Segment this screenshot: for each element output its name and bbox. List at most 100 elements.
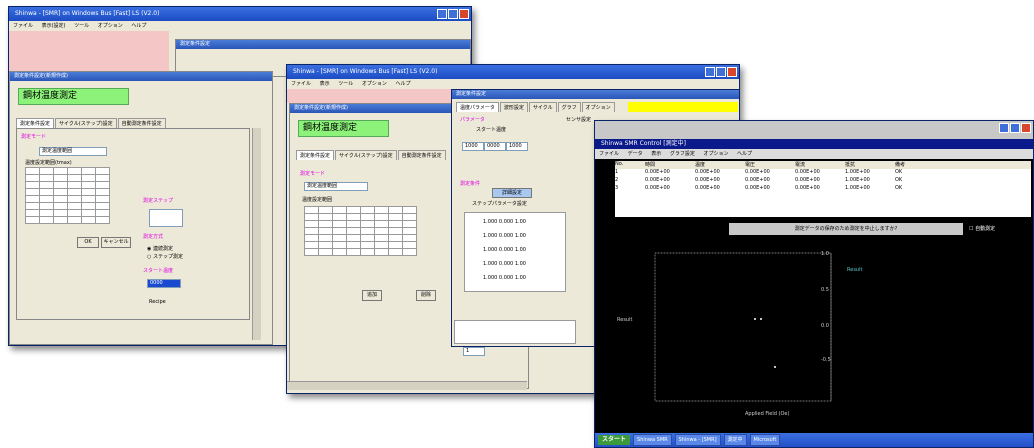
sensor-label: センサ設定 [566, 117, 592, 123]
taskbar-item[interactable]: Microsoft [749, 434, 781, 446]
y-tick-label: 0.5 [821, 287, 829, 293]
table-row: 1 0.00E+00 0.00E+00 0.00E+00 0.00E+00 1.00E+0… [615, 169, 903, 175]
dialog-title: 測定条件設定 [176, 40, 470, 49]
title-bar[interactable]: Shinwa SMR Control [測定中] [595, 139, 1033, 149]
menu-item-graph[interactable]: グラフ設定 [670, 151, 695, 157]
inner-tab-wave[interactable]: 波形設定 [499, 102, 528, 112]
step-list[interactable]: 1.000 0.000 1.00 1.000 0.000 1.00 1.000 … [464, 212, 566, 292]
maximize-icon[interactable] [448, 9, 458, 19]
title-bar[interactable]: Shinwa - [SMR] on Windows Bus [Fast] LS … [9, 7, 471, 21]
x-axis-label: Applied Field (Oe) [745, 411, 790, 417]
menu-item-tools[interactable]: ツール [338, 81, 353, 87]
menu-item-options[interactable]: オプション [703, 151, 728, 157]
radio-step-label: ステップ測定 [152, 254, 183, 260]
menu-item-file[interactable]: ファイル [13, 23, 33, 29]
y-axis-label: Result [617, 317, 633, 323]
window-front[interactable]: Shinwa SMR Control [測定中] ファイル データ 表示 グラフ… [594, 120, 1034, 448]
inner-tab-temp[interactable]: 温度パラメータ [456, 102, 499, 112]
horizontal-scrollbar[interactable] [287, 381, 527, 390]
delete-button[interactable]: 削除 [416, 290, 436, 301]
table-row: 3 0.00E+00 0.00E+00 0.00E+00 0.00E+00 1.00E+0… [615, 185, 903, 191]
maximize-icon[interactable] [716, 67, 726, 77]
taskbar: スタート Shinwa SMR Shinwa - [SMR] 測定中 Micro… [595, 433, 1033, 447]
pink-area [287, 89, 457, 103]
list-header: ステップパラメータ設定 [472, 201, 527, 207]
tab-auto[interactable]: 自動測定条件設定 [117, 118, 166, 128]
menu-item-file[interactable]: ファイル [291, 81, 311, 87]
tab-condition[interactable]: 測定条件設定 [296, 150, 335, 160]
list-row: 1.000 0.000 1.00 [483, 261, 526, 267]
col-header: 備考 [895, 162, 906, 168]
step-label: 測定ステップ [143, 198, 174, 204]
minimize-icon[interactable] [999, 123, 1009, 133]
pink-area [9, 31, 169, 71]
radio-continuous[interactable]: ◉ 連続測定 [147, 245, 173, 252]
inner-tab-option[interactable]: オプション [581, 102, 615, 112]
data-table[interactable]: No. 時間 温度 電圧 電流 抵抗 備考 1 0.00E+00 0.00E+00 0… [615, 161, 1031, 217]
close-icon[interactable] [1021, 123, 1031, 133]
step-field[interactable] [149, 209, 183, 227]
menu-bar: ファイル 表示 ツール オプション ヘルプ [287, 79, 739, 89]
mode-label: 測定モード [21, 134, 47, 140]
inner-tab-graph[interactable]: グラフ [557, 102, 581, 112]
tab-auto[interactable]: 自動測定条件設定 [397, 150, 446, 160]
ok-button[interactable]: OK [77, 237, 99, 248]
taskbar-item[interactable]: 測定中 [723, 434, 747, 446]
menu-item-tools[interactable]: ツール [74, 23, 89, 29]
table-label: 温度設定範囲 [302, 197, 333, 203]
tab-cycle[interactable]: サイクル(ステップ)設定 [335, 150, 397, 160]
menu-item-help[interactable]: ヘルプ [395, 81, 410, 87]
start-temp-label: スタート温度 [476, 127, 507, 133]
menu-item-view[interactable]: 表示(設定) [42, 23, 66, 29]
tab-cycle[interactable]: サイクル(ステップ)設定 [55, 118, 117, 128]
vertical-scrollbar[interactable] [252, 128, 261, 340]
menu-item-view[interactable]: 表示 [320, 81, 330, 87]
col-header: 電流 [795, 162, 806, 168]
taskbar-item[interactable]: Shinwa - [SMR] [674, 434, 721, 446]
minimize-icon[interactable] [437, 9, 447, 19]
mode-combo[interactable]: 測定温度範囲 [304, 182, 368, 191]
tab-condition[interactable]: 測定条件設定 [16, 118, 55, 128]
add-button[interactable]: 追加 [362, 290, 382, 301]
close-icon[interactable] [727, 67, 737, 77]
col-header: 温度 [695, 162, 706, 168]
window-title: Shinwa - [SMR] on Windows Bus [Fast] LS … [293, 68, 438, 75]
plot-frame-right [654, 252, 832, 402]
detail-button[interactable]: 詳細設定 [492, 188, 532, 198]
menu-item-file[interactable]: ファイル [599, 151, 619, 157]
list-row: 1.000 0.000 1.00 [483, 247, 526, 253]
inner-tab-cycle[interactable]: サイクル [528, 102, 557, 112]
menu-item-view[interactable]: 表示 [651, 151, 661, 157]
menu-item-options[interactable]: オプション [362, 81, 387, 87]
start-button[interactable]: スタート [598, 435, 631, 445]
radio-step[interactable]: ○ ステップ測定 [147, 253, 183, 260]
auto-checkbox[interactable]: ☐ 自動測定 [969, 225, 995, 232]
data-point [774, 366, 776, 368]
bottom-field[interactable]: 1 [463, 347, 485, 356]
start-temp-field[interactable]: 0000 [147, 279, 181, 288]
legend-entry: Result [847, 267, 863, 273]
maximize-icon[interactable] [1010, 123, 1020, 133]
close-icon[interactable] [459, 9, 469, 19]
param-field-1[interactable]: 1000 [462, 142, 484, 151]
menu-bar: ファイル データ 表示 グラフ設定 オプション ヘルプ [595, 149, 1033, 159]
mode-combo[interactable]: 測定温度範囲 [39, 147, 107, 156]
notes-box[interactable] [454, 320, 576, 344]
data-point [754, 318, 756, 320]
window-topstrip [595, 121, 1033, 139]
recipe-label: Recipe [149, 299, 166, 305]
menu-item-options[interactable]: オプション [98, 23, 123, 29]
cancel-button[interactable]: キャンセル [101, 237, 131, 248]
param-field-2[interactable]: 0000 [484, 142, 506, 151]
param-field-3[interactable]: 1000 [506, 142, 528, 151]
temperature-table[interactable] [25, 167, 110, 224]
taskbar-item[interactable]: Shinwa SMR [633, 434, 672, 446]
menu-item-help[interactable]: ヘルプ [737, 151, 752, 157]
minimize-icon[interactable] [705, 67, 715, 77]
status-bar: 測定データの保存のため測定を中止しますか? [729, 223, 963, 235]
menu-item-data[interactable]: データ [628, 151, 643, 157]
menu-item-help[interactable]: ヘルプ [131, 23, 146, 29]
menu-bar: ファイル 表示(設定) ツール オプション ヘルプ [9, 21, 471, 31]
temperature-table[interactable] [304, 206, 417, 256]
title-bar[interactable]: Shinwa - [SMR] on Windows Bus [Fast] LS … [287, 65, 739, 79]
